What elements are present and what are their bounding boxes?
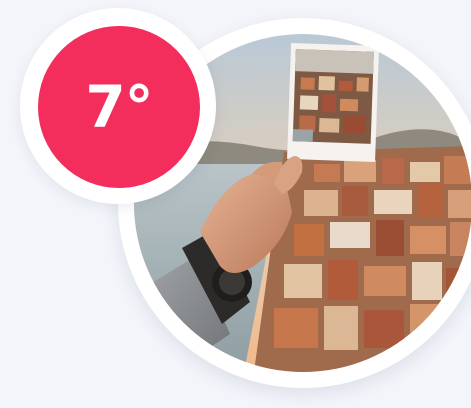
weather-card: 7°	[0, 0, 471, 408]
temperature-badge: 7°	[38, 26, 200, 188]
temperature-value: 7°	[85, 73, 153, 141]
